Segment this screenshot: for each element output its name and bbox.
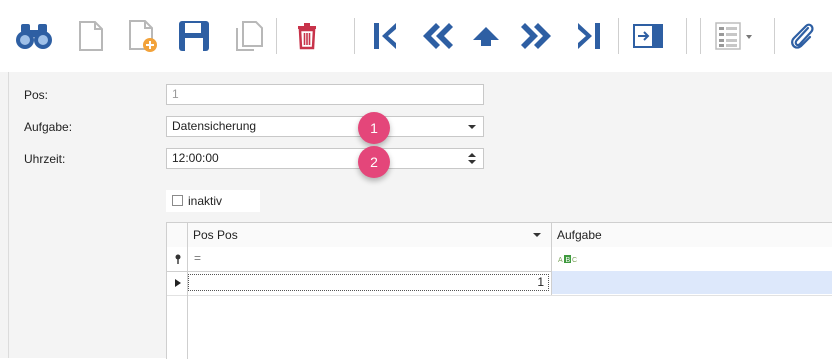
- pos-label: Pos:: [24, 88, 49, 102]
- pos-cell[interactable]: 1: [188, 274, 549, 291]
- copy-button[interactable]: [232, 10, 266, 62]
- column-divider: [551, 223, 552, 295]
- form-left-border: [8, 72, 9, 358]
- delete-icon: [298, 23, 316, 50]
- toolbar-separator: [354, 18, 355, 54]
- attachment-icon: [791, 23, 814, 49]
- exit-button[interactable]: [628, 10, 668, 62]
- next-page-button[interactable]: [518, 10, 558, 62]
- save-icon: [179, 21, 209, 51]
- row-indicator-column: [167, 223, 188, 359]
- grid-header: Pos Pos Aufgabe: [167, 223, 832, 248]
- column-chooser-icon: [715, 22, 752, 50]
- column-header-pos[interactable]: Pos Pos: [187, 223, 551, 247]
- inaktiv-checkbox[interactable]: [172, 195, 183, 206]
- last-record-button[interactable]: [572, 10, 606, 62]
- up-button[interactable]: [466, 10, 506, 62]
- toolbar-separator: [276, 18, 277, 54]
- exit-icon: [633, 24, 663, 48]
- toolbar-separator: [618, 18, 619, 54]
- pos-filter-operator: =: [194, 251, 202, 265]
- uhrzeit-label: Uhrzeit:: [24, 152, 66, 166]
- svg-text:A: A: [558, 257, 563, 264]
- new-button[interactable]: [74, 10, 108, 62]
- pos-field[interactable]: 1: [166, 84, 484, 105]
- uhrzeit-value: 12:00:00: [172, 151, 219, 165]
- text-filter-icon: A B C: [558, 255, 577, 264]
- new-document-icon: [79, 21, 103, 51]
- pos-filter-cell[interactable]: =: [187, 247, 551, 270]
- inaktiv-checkbox-container[interactable]: inaktiv: [166, 190, 260, 212]
- aufgabe-value: Datensicherung: [172, 119, 257, 133]
- first-record-icon: [374, 23, 396, 49]
- column-header-aufgabe[interactable]: Aufgabe: [551, 223, 832, 247]
- previous-page-icon: [423, 23, 453, 49]
- toolbar: [0, 0, 832, 73]
- svg-text:C: C: [572, 257, 577, 264]
- toolbar-separator: [686, 18, 687, 54]
- aufgabe-filter-cell[interactable]: A B C: [551, 247, 832, 270]
- chevron-down-icon[interactable]: [468, 125, 476, 129]
- toolbar-separator: [700, 18, 701, 54]
- grid-filter-row: = A B C: [167, 247, 832, 272]
- callout-badge-2: 2: [358, 146, 390, 178]
- uhrzeit-spinner[interactable]: 12:00:00: [166, 148, 484, 169]
- last-record-icon: [578, 23, 600, 49]
- new-add-button[interactable]: [126, 10, 160, 62]
- save-button[interactable]: [174, 10, 214, 62]
- new-document-add-icon: [129, 20, 157, 52]
- previous-page-button[interactable]: [416, 10, 456, 62]
- first-record-button[interactable]: [368, 10, 402, 62]
- table-row[interactable]: 1: [167, 271, 832, 296]
- pos-value: 1: [172, 87, 179, 101]
- inaktiv-label: inaktiv: [188, 194, 223, 208]
- aufgabe-dropdown[interactable]: Datensicherung: [166, 116, 484, 137]
- copy-document-icon: [236, 21, 263, 51]
- toolbar-separator: [774, 18, 775, 54]
- data-grid: Pos Pos Aufgabe = A B C 1: [166, 222, 832, 359]
- binoculars-icon: [16, 24, 52, 49]
- next-page-icon: [521, 23, 551, 49]
- column-chooser-button[interactable]: [706, 10, 760, 62]
- attachment-button[interactable]: [784, 10, 820, 62]
- column-header-aufgabe-label: Aufgabe: [557, 228, 602, 242]
- up-arrow-icon: [473, 27, 499, 46]
- spin-up-icon[interactable]: [468, 153, 476, 157]
- column-header-pos-label: Pos Pos: [193, 228, 238, 242]
- callout-badge-1: 1: [358, 112, 390, 144]
- svg-text:B: B: [566, 257, 571, 264]
- aufgabe-cell[interactable]: [551, 271, 832, 294]
- column-sort-chevron-icon[interactable]: [533, 233, 541, 237]
- search-button[interactable]: [12, 10, 56, 62]
- spin-down-icon[interactable]: [468, 160, 476, 164]
- aufgabe-label: Aufgabe:: [24, 120, 73, 134]
- delete-button[interactable]: [290, 10, 324, 62]
